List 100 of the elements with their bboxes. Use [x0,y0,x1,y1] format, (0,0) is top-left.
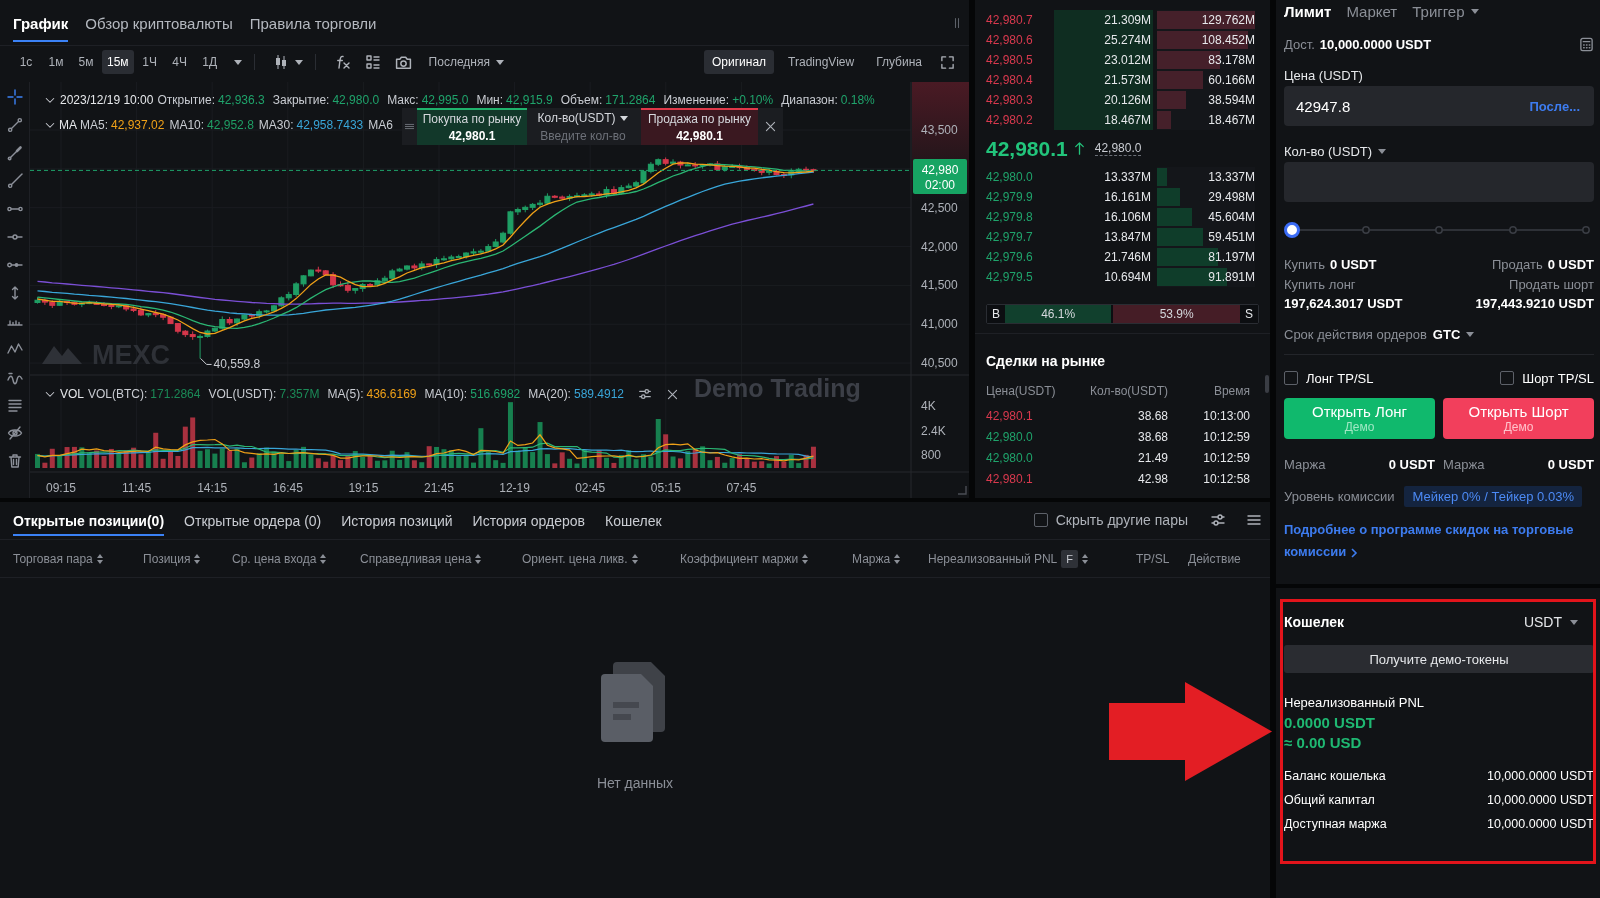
interval-button[interactable]: 1м [42,50,70,74]
sort-icon[interactable] [802,553,809,564]
amount-unit-dropdown[interactable]: Кол-во(USDT) [537,110,629,126]
positions-tab[interactable]: История позиций [341,502,453,536]
amount-unit-dropdown[interactable]: Кол-во (USDT) [1284,141,1387,161]
candlestick-icon[interactable] [273,54,288,70]
sell-side-label: S [1240,305,1258,323]
mode-toggle-badge[interactable]: F [1061,549,1078,568]
sort-icon[interactable] [475,553,482,564]
slider-step-icon[interactable] [1508,226,1517,234]
sort-icon[interactable] [894,553,901,564]
indicators-icon[interactable] [364,54,381,70]
trade-time: 10:13:00 [1202,408,1250,423]
close-icon[interactable] [764,120,777,133]
caret-icon[interactable] [233,59,242,65]
currency-dropdown[interactable]: USDT [1523,614,1578,630]
column-header: Справедливая цена [360,551,472,566]
interval-button[interactable]: 5м [72,50,100,74]
chart-view-tab[interactable]: TradingView [780,50,863,74]
sort-icon[interactable] [631,553,638,564]
eye-off-icon[interactable] [6,425,23,441]
volume-label: VOL(USDT): [208,387,277,401]
checkbox[interactable] [1033,513,1048,527]
price-input[interactable]: 42947.8 После... [1284,86,1594,126]
chart-view-tab[interactable]: Глубина [868,50,930,74]
open-short-button[interactable]: Открыть Шорт Демо [1443,398,1594,439]
market-buy-button[interactable]: Покупка по рынку 42,980.1 [417,108,527,145]
order-type-tab[interactable]: Маркет [1346,2,1398,20]
mark-price[interactable]: 42,980.0 [1094,141,1142,156]
countdown-timer: 02:00 [925,178,955,192]
stacked-lines-icon[interactable] [6,397,23,413]
order-amount: 16.161M [1103,189,1152,206]
camera-icon[interactable] [394,53,412,71]
settings-sliders-icon[interactable] [1210,512,1226,528]
amount-input[interactable]: Введите кол-во [535,128,631,143]
order-summary-value: 0 USDT [1547,256,1594,272]
order-amount: 10.694M [1103,269,1152,286]
time-in-force-dropdown[interactable]: GTC [1432,326,1475,342]
sort-icon[interactable] [194,553,201,564]
close-icon[interactable] [666,387,680,401]
positions-tab[interactable]: Кошелек [605,502,662,536]
discount-program-link[interactable]: Подробнее о программе скидок на торговые комиссии [1284,519,1574,563]
slider-step-icon[interactable] [1361,226,1370,234]
trash-icon[interactable] [6,453,23,469]
chart-tab[interactable]: Правила торговли [249,0,377,42]
interval-button[interactable]: 4Ч [165,50,194,74]
get-demo-tokens-button[interactable]: Получите демо-токены [1284,645,1594,673]
caret-icon [495,59,504,65]
column-header: Нереализованный PNL [928,551,1058,566]
scrollbar-thumb[interactable] [1265,375,1269,393]
line-segment-icon[interactable] [6,117,23,133]
positions-tab[interactable]: Открытые позиции(0) [13,502,165,536]
chart-view-tab[interactable]: Оригинал [704,50,775,74]
calculator-icon[interactable] [1579,36,1594,52]
caret-icon[interactable] [294,59,303,65]
slider-step-icon[interactable] [1582,226,1590,234]
column-header: Позиция [143,551,191,566]
checkbox-label[interactable]: Лонг TP/SL [1306,370,1374,386]
sort-icon[interactable] [1082,553,1088,564]
drag-handle-icon[interactable] [404,121,415,132]
fee-rate-badge: Мейкер 0% / Тейкер 0.03% [1404,485,1582,507]
order-total: 38.594M [1208,93,1255,107]
caret-icon [1570,619,1578,625]
pen-icon[interactable] [6,145,23,161]
sort-icon[interactable] [320,553,327,564]
interval-button[interactable]: 1с [12,50,40,74]
list-icon[interactable] [1246,512,1262,528]
interval-button[interactable]: 1Ч [135,50,164,74]
volume-value: 7.357M [279,387,320,401]
margin-value: 0 USDT [1547,456,1594,472]
chart-tab[interactable]: График [13,0,69,42]
positions-tab[interactable]: История ордеров [472,502,585,536]
crosshair-icon[interactable] [6,89,23,105]
checkbox-label[interactable]: Шорт TP/SL [1522,370,1594,386]
function-icon[interactable] [334,54,351,70]
slider-step-icon[interactable] [1435,226,1443,234]
checkbox-label[interactable]: Скрыть другие пары [1055,512,1188,528]
market-sell-button[interactable]: Продажа по рынку 42,980.1 [641,108,758,145]
positions-tab[interactable]: Открытые ордера (0) [184,502,322,536]
time-axis-label: 05:15 [650,481,681,495]
volume-value: 436.6169 [366,387,417,401]
order-type-tab[interactable]: Триггер [1412,2,1479,20]
chart-tab[interactable]: Обзор криптовалюты [85,0,233,42]
interval-button[interactable]: 15м [102,50,134,74]
interval-button[interactable]: 1Д [195,50,224,74]
ray-line-icon[interactable] [6,173,23,189]
price-source-dropdown[interactable]: Последняя [428,50,504,74]
time-axis-label: 07:45 [726,481,757,495]
price-axis-label: 41,000 [921,317,958,332]
slider-thumb[interactable] [1284,222,1300,238]
settings-sliders-icon[interactable] [638,387,653,401]
order-amount: 20.126M [1054,90,1153,110]
order-type-tab[interactable]: Лимит [1284,2,1332,20]
order-price: 42,980.2 [986,112,1034,129]
price-mode-link[interactable]: После... [1529,98,1580,114]
fullscreen-icon[interactable] [940,54,955,70]
checkbox[interactable] [1284,371,1298,385]
sort-icon[interactable] [96,553,103,564]
time-in-force-label: Срок действия ордеров [1284,326,1427,342]
checkbox[interactable] [1500,371,1515,385]
